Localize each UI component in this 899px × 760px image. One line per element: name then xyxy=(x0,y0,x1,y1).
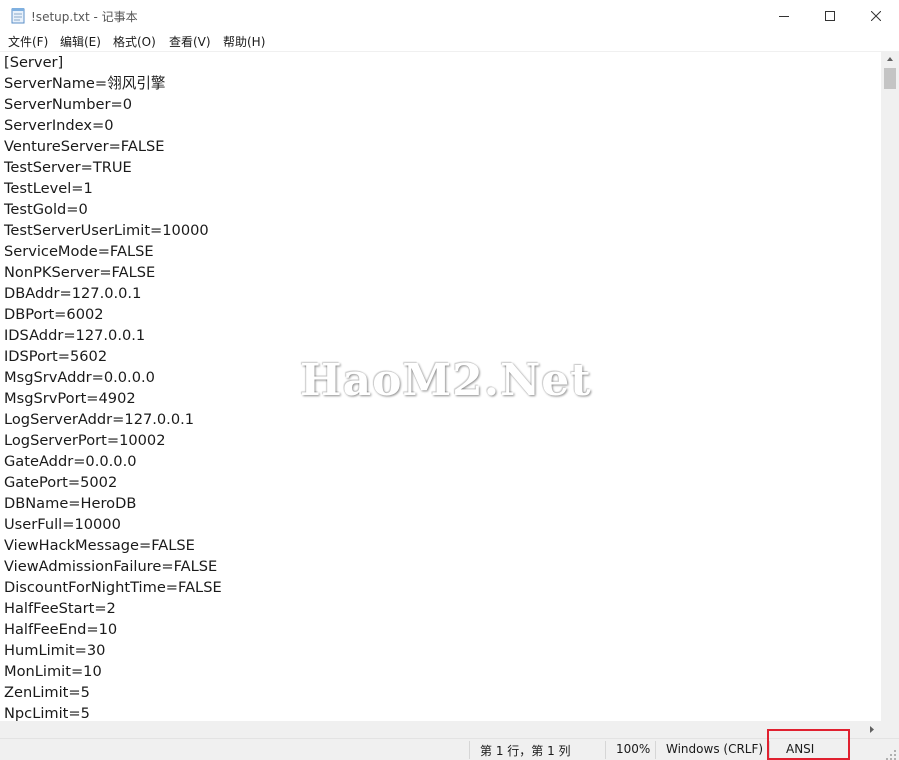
close-icon xyxy=(871,10,881,21)
text-line: [Server] xyxy=(4,54,64,71)
text-line: HumLimit=30 xyxy=(4,642,106,659)
scroll-right-arrow-icon[interactable] xyxy=(865,721,879,738)
menu-help[interactable]: 帮助(H) xyxy=(223,33,265,50)
text-line: NonPKServer=FALSE xyxy=(4,264,156,281)
text-line: NpcLimit=5 xyxy=(4,705,90,721)
vertical-scroll-thumb[interactable] xyxy=(884,68,896,89)
menu-file[interactable]: 文件(F) xyxy=(8,33,48,50)
text-line: ViewHackMessage=FALSE xyxy=(4,537,195,554)
status-separator xyxy=(469,741,470,759)
menu-edit[interactable]: 编辑(E) xyxy=(60,33,101,50)
text-line: TestGold=0 xyxy=(4,201,88,218)
menu-view[interactable]: 查看(V) xyxy=(169,33,211,50)
text-line: ServerNumber=0 xyxy=(4,96,132,113)
text-line: DiscountForNightTime=FALSE xyxy=(4,579,222,596)
text-line: VentureServer=FALSE xyxy=(4,138,165,155)
text-line: MonLimit=10 xyxy=(4,663,102,680)
text-line: HalfFeeStart=2 xyxy=(4,600,116,617)
window-title: !setup.txt - 记事本 xyxy=(31,10,138,24)
vertical-scrollbar[interactable] xyxy=(881,51,899,721)
text-line: UserFull=10000 xyxy=(4,516,121,533)
text-line: TestServer=TRUE xyxy=(4,159,132,176)
maximize-button[interactable] xyxy=(807,0,853,31)
close-button[interactable] xyxy=(853,0,899,31)
text-line: MsgSrvPort=4902 xyxy=(4,390,136,407)
menu-bar: 文件(F) 编辑(E) 格式(O) 查看(V) 帮助(H) xyxy=(0,31,899,51)
encoding-highlight-box xyxy=(767,729,850,760)
text-line: GatePort=5002 xyxy=(4,474,118,491)
text-line: ZenLimit=5 xyxy=(4,684,90,701)
text-line: GateAddr=0.0.0.0 xyxy=(4,453,137,470)
cursor-position: 第 1 行，第 1 列 xyxy=(480,744,571,758)
watermark: HaoM2.Net xyxy=(300,355,592,406)
scroll-up-arrow-icon[interactable] xyxy=(881,51,899,67)
minimize-icon xyxy=(779,15,789,17)
text-line: ServerIndex=0 xyxy=(4,117,114,134)
title-bar[interactable]: !setup.txt - 记事本 xyxy=(0,0,899,31)
text-line: HalfFeeEnd=10 xyxy=(4,621,118,638)
text-line: ServiceMode=FALSE xyxy=(4,243,154,260)
text-line: TestServerUserLimit=10000 xyxy=(4,222,209,239)
minimize-button[interactable] xyxy=(761,0,807,31)
menu-format[interactable]: 格式(O) xyxy=(113,33,156,50)
status-separator xyxy=(655,741,656,759)
text-line: IDSAddr=127.0.0.1 xyxy=(4,327,146,344)
text-line: ViewAdmissionFailure=FALSE xyxy=(4,558,218,575)
zoom-level: 100% xyxy=(616,742,651,756)
text-line: DBAddr=127.0.0.1 xyxy=(4,285,142,302)
resize-grip-icon[interactable] xyxy=(885,746,897,760)
text-line: TestLevel=1 xyxy=(4,180,93,197)
text-line: ServerName=翎风引擎 xyxy=(4,75,166,92)
text-line: MsgSrvAddr=0.0.0.0 xyxy=(4,369,155,386)
horizontal-scrollbar[interactable] xyxy=(0,721,881,738)
text-line: DBName=HeroDB xyxy=(4,495,137,512)
text-line: LogServerAddr=127.0.0.1 xyxy=(4,411,195,428)
status-separator xyxy=(605,741,606,759)
text-line: DBPort=6002 xyxy=(4,306,104,323)
maximize-icon xyxy=(825,10,835,21)
notepad-icon xyxy=(11,7,25,24)
text-line: IDSPort=5602 xyxy=(4,348,108,365)
line-ending: Windows (CRLF) xyxy=(666,742,764,756)
status-bar: 第 1 行，第 1 列 100% Windows (CRLF) ANSI xyxy=(0,738,899,760)
scrollbar-corner xyxy=(881,721,899,738)
text-line: LogServerPort=10002 xyxy=(4,432,166,449)
